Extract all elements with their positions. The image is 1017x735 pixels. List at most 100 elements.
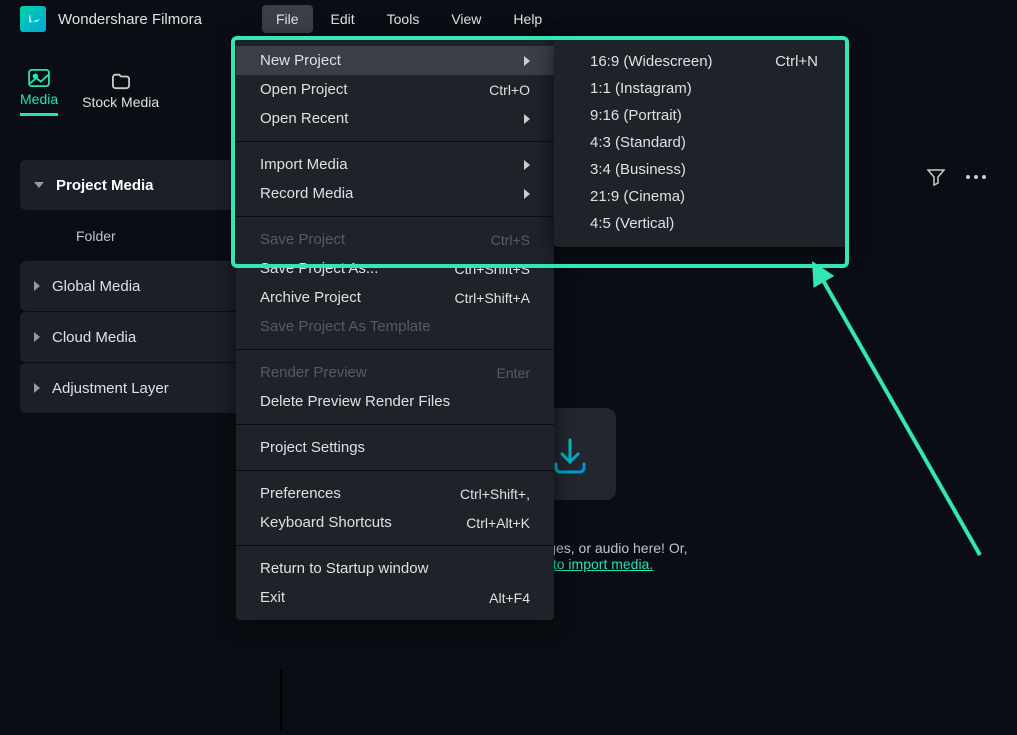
menu-item-label: Return to Startup window xyxy=(260,560,428,577)
menu-item-label: Delete Preview Render Files xyxy=(260,393,450,410)
menu-shortcut: Ctrl+Shift+, xyxy=(460,486,530,502)
submenu-item-label: 3:4 (Business) xyxy=(590,161,686,178)
menu-shortcut: Alt+F4 xyxy=(489,590,530,606)
menu-item-render-preview: Render Preview Enter xyxy=(236,358,554,387)
titlebar: Wondershare Filmora File Edit Tools View… xyxy=(0,0,1017,38)
menu-item-import-media[interactable]: Import Media xyxy=(236,150,554,179)
tab-stock-media[interactable]: Stock Media xyxy=(82,72,159,116)
menu-separator xyxy=(236,424,554,425)
menu-item-label: New Project xyxy=(260,52,341,69)
menu-shortcut: Ctrl+Shift+S xyxy=(455,261,530,277)
submenu-item-1-1-instagram-[interactable]: 1:1 (Instagram) xyxy=(554,75,848,102)
menu-item-preferences[interactable]: Preferences Ctrl+Shift+, xyxy=(236,479,554,508)
stock-media-tab-icon xyxy=(110,72,132,90)
submenu-caret-icon xyxy=(524,160,530,170)
menu-item-label: Save Project As... xyxy=(260,260,378,277)
sidebar: Project Media Folder Global Media Cloud … xyxy=(20,160,265,414)
menu-item-label: Save Project As Template xyxy=(260,318,431,335)
submenu-caret-icon xyxy=(524,114,530,124)
menubar-file[interactable]: File xyxy=(262,5,313,33)
menu-item-keyboard-shortcuts[interactable]: Keyboard Shortcuts Ctrl+Alt+K xyxy=(236,508,554,537)
menu-item-open-recent[interactable]: Open Recent xyxy=(236,104,554,133)
menu-separator xyxy=(236,470,554,471)
menu-item-label: Keyboard Shortcuts xyxy=(260,514,392,531)
media-tab-icon xyxy=(28,69,50,87)
sidebar-adjustment-label: Adjustment Layer xyxy=(52,380,169,397)
submenu-shortcut: Ctrl+N xyxy=(775,53,818,70)
menu-item-label: Open Recent xyxy=(260,110,348,127)
sidebar-global-media-label: Global Media xyxy=(52,278,140,295)
file-menu-dropdown: New Project Open Project Ctrl+O Open Recent… xyxy=(236,38,554,620)
submenu-item-16-9-widescreen-[interactable]: 16:9 (Widescreen) Ctrl+N xyxy=(554,48,848,75)
submenu-item-label: 4:3 (Standard) xyxy=(590,134,686,151)
menu-item-new-project[interactable]: New Project xyxy=(236,46,554,75)
submenu-item-9-16-portrait-[interactable]: 9:16 (Portrait) xyxy=(554,102,848,129)
menu-shortcut: Ctrl+Shift+A xyxy=(455,290,530,306)
submenu-item-label: 9:16 (Portrait) xyxy=(590,107,682,124)
menu-item-delete-preview-render-files[interactable]: Delete Preview Render Files xyxy=(236,387,554,416)
chevron-right-icon xyxy=(34,383,40,393)
menu-shortcut: Ctrl+Alt+K xyxy=(466,515,530,531)
menu-item-label: Archive Project xyxy=(260,289,361,306)
menu-item-project-settings[interactable]: Project Settings xyxy=(236,433,554,462)
menu-shortcut: Enter xyxy=(497,365,530,381)
menu-item-label: Project Settings xyxy=(260,439,365,456)
submenu-item-21-9-cinema-[interactable]: 21:9 (Cinema) xyxy=(554,183,848,210)
menu-item-label: Save Project xyxy=(260,231,345,248)
menu-separator xyxy=(236,216,554,217)
submenu-item-4-3-standard-[interactable]: 4:3 (Standard) xyxy=(554,129,848,156)
menu-item-exit[interactable]: Exit Alt+F4 xyxy=(236,583,554,612)
chevron-right-icon xyxy=(34,281,40,291)
sidebar-adjustment-layer[interactable]: Adjustment Layer xyxy=(20,363,265,413)
menu-separator xyxy=(236,141,554,142)
tab-media[interactable]: Media xyxy=(20,69,58,116)
submenu-caret-icon xyxy=(524,56,530,66)
menu-item-return-to-startup-window[interactable]: Return to Startup window xyxy=(236,554,554,583)
submenu-caret-icon xyxy=(524,189,530,199)
menu-item-save-project-as-template: Save Project As Template xyxy=(236,312,554,341)
panel-divider[interactable] xyxy=(280,670,282,730)
menu-item-record-media[interactable]: Record Media xyxy=(236,179,554,208)
sidebar-cloud-media[interactable]: Cloud Media xyxy=(20,312,265,362)
menu-item-label: Preferences xyxy=(260,485,341,502)
menubar-tools[interactable]: Tools xyxy=(373,5,434,33)
app-title: Wondershare Filmora xyxy=(58,11,202,28)
menu-item-label: Open Project xyxy=(260,81,348,98)
tab-media-label: Media xyxy=(20,91,58,107)
sidebar-folder[interactable]: Folder xyxy=(20,211,265,261)
menubar: File Edit Tools View Help xyxy=(262,5,556,33)
menu-item-label: Record Media xyxy=(260,185,353,202)
filter-icon[interactable] xyxy=(927,168,945,186)
tab-stock-media-label: Stock Media xyxy=(82,94,159,110)
chevron-right-icon xyxy=(34,332,40,342)
sidebar-project-media[interactable]: Project Media xyxy=(20,160,265,210)
submenu-item-label: 21:9 (Cinema) xyxy=(590,188,685,205)
sidebar-global-media[interactable]: Global Media xyxy=(20,261,265,311)
menu-item-open-project[interactable]: Open Project Ctrl+O xyxy=(236,75,554,104)
more-icon[interactable] xyxy=(965,174,987,180)
submenu-item-4-5-vertical-[interactable]: 4:5 (Vertical) xyxy=(554,210,848,237)
menubar-view[interactable]: View xyxy=(437,5,495,33)
menu-item-save-project-as-[interactable]: Save Project As... Ctrl+Shift+S xyxy=(236,254,554,283)
submenu-item-label: 16:9 (Widescreen) xyxy=(590,53,713,70)
menubar-edit[interactable]: Edit xyxy=(317,5,369,33)
sidebar-project-media-label: Project Media xyxy=(56,177,154,194)
download-icon xyxy=(548,432,592,476)
menu-shortcut: Ctrl+S xyxy=(491,232,530,248)
menu-separator xyxy=(236,349,554,350)
submenu-item-3-4-business-[interactable]: 3:4 (Business) xyxy=(554,156,848,183)
new-project-submenu: 16:9 (Widescreen) Ctrl+N 1:1 (Instagram) 9:… xyxy=(554,38,848,247)
submenu-item-label: 4:5 (Vertical) xyxy=(590,215,674,232)
menu-item-save-project: Save Project Ctrl+S xyxy=(236,225,554,254)
sidebar-cloud-media-label: Cloud Media xyxy=(52,329,136,346)
menu-shortcut: Ctrl+O xyxy=(489,82,530,98)
menu-item-label: Import Media xyxy=(260,156,348,173)
sidebar-folder-label: Folder xyxy=(76,228,116,244)
menu-separator xyxy=(236,545,554,546)
menu-item-archive-project[interactable]: Archive Project Ctrl+Shift+A xyxy=(236,283,554,312)
menu-item-label: Render Preview xyxy=(260,364,367,381)
chevron-down-icon xyxy=(34,182,44,188)
menu-item-label: Exit xyxy=(260,589,285,606)
submenu-item-label: 1:1 (Instagram) xyxy=(590,80,692,97)
menubar-help[interactable]: Help xyxy=(499,5,556,33)
